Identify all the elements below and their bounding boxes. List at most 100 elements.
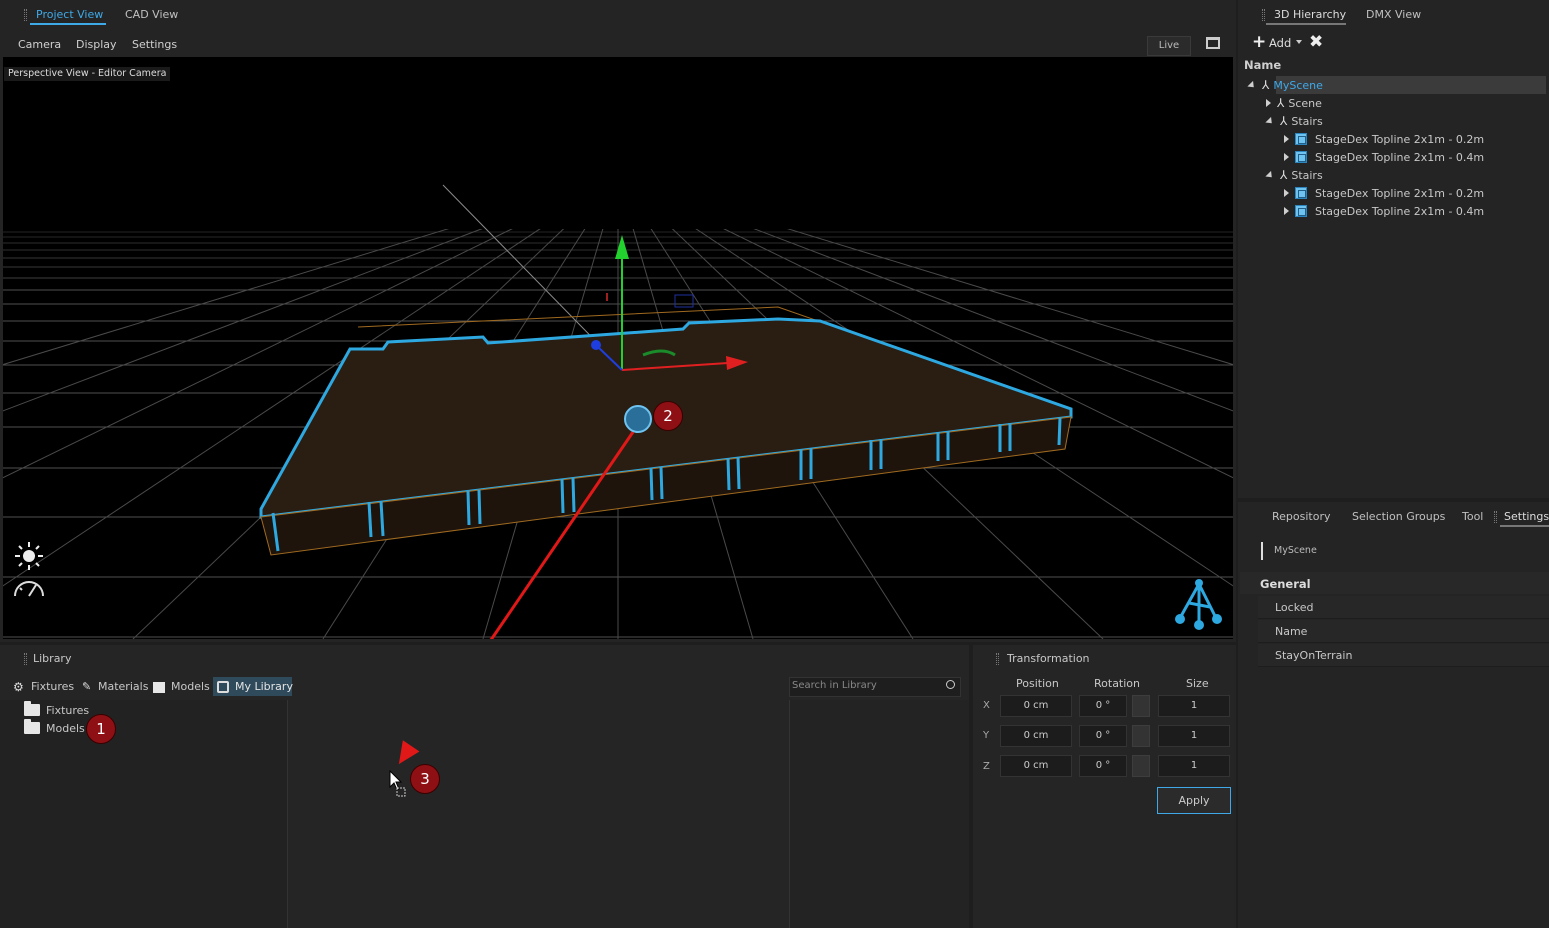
viewport-label: Perspective View - Editor Camera bbox=[4, 67, 171, 81]
folder-fixtures[interactable]: Fixtures bbox=[24, 701, 90, 718]
model-cube-icon bbox=[1295, 205, 1307, 217]
collapse-arrow-icon[interactable] bbox=[1284, 135, 1289, 143]
tab-materials[interactable]: Materials bbox=[98, 680, 148, 693]
search-icon[interactable] bbox=[946, 680, 955, 689]
cursor-icon bbox=[389, 770, 406, 797]
tab-tool[interactable]: Tool bbox=[1462, 510, 1483, 523]
tree-row-label: MyScene bbox=[1273, 78, 1323, 92]
menu-camera[interactable]: Camera bbox=[18, 38, 61, 51]
rotation-x-input[interactable]: 0 ° bbox=[1079, 695, 1127, 717]
panel-grip-icon[interactable] bbox=[24, 653, 27, 665]
size-z-input[interactable]: 1 bbox=[1158, 755, 1230, 777]
prop-locked-label: Locked bbox=[1275, 601, 1314, 614]
position-y-input[interactable]: 0 cm bbox=[1000, 725, 1072, 747]
position-z-input[interactable]: 0 cm bbox=[1000, 755, 1072, 777]
tab-cad-view[interactable]: CAD View bbox=[125, 8, 178, 21]
tree-row-stairs[interactable]: ⅄ Stairs bbox=[1265, 112, 1323, 130]
expand-arrow-icon[interactable] bbox=[1247, 80, 1257, 90]
size-y-input[interactable]: 1 bbox=[1158, 725, 1230, 747]
collapse-arrow-icon[interactable] bbox=[1284, 153, 1289, 161]
annotation-badge-1: 1 bbox=[86, 714, 116, 744]
model-cube-icon bbox=[1295, 151, 1307, 163]
rotation-z-toggle[interactable] bbox=[1132, 755, 1150, 777]
panel-grip-icon[interactable] bbox=[1494, 511, 1497, 523]
folder-label: Models bbox=[46, 721, 85, 735]
maximize-icon[interactable] bbox=[1206, 37, 1220, 49]
tab-models[interactable]: Models bbox=[171, 680, 210, 693]
database-icon bbox=[217, 681, 229, 693]
sun-icon[interactable] bbox=[14, 541, 44, 571]
folder-icon bbox=[24, 719, 40, 734]
rotation-z-input[interactable]: 0 ° bbox=[1079, 755, 1127, 777]
add-button[interactable]: Add bbox=[1269, 36, 1291, 50]
tab-underline bbox=[1266, 23, 1346, 25]
model-cube-icon bbox=[1295, 187, 1307, 199]
viewport-3d[interactable] bbox=[3, 57, 1233, 639]
live-button[interactable]: Live bbox=[1147, 36, 1191, 56]
tree-row-model[interactable]: StageDex Topline 2x1m - 0.4m bbox=[1284, 148, 1484, 166]
annotation-badge-2: 2 bbox=[653, 401, 683, 431]
model-cube-icon bbox=[1295, 133, 1307, 145]
panel-grip-icon[interactable] bbox=[24, 9, 27, 21]
annotation-badge-3: 3 bbox=[410, 764, 440, 794]
axis-x-label: X bbox=[983, 700, 990, 711]
transformation-title: Transformation bbox=[1007, 652, 1090, 665]
tree-row-label: StageDex Topline 2x1m - 0.2m bbox=[1315, 132, 1485, 146]
group-node-icon: ⅄ bbox=[1262, 78, 1270, 92]
rotation-x-toggle[interactable] bbox=[1132, 695, 1150, 717]
prop-stayonterrain-label: StayOnTerrain bbox=[1275, 649, 1353, 662]
tree-row-model[interactable]: StageDex Topline 2x1m - 0.4m bbox=[1284, 202, 1484, 220]
size-x-input[interactable]: 1 bbox=[1158, 695, 1230, 717]
folder-models[interactable]: Models bbox=[24, 719, 85, 736]
panel-grip-icon[interactable] bbox=[996, 653, 999, 665]
tab-my-library[interactable]: My Library bbox=[235, 680, 293, 693]
cube-icon bbox=[153, 682, 165, 693]
expand-arrow-icon[interactable] bbox=[1265, 116, 1275, 126]
tree-row-label: Stairs bbox=[1291, 168, 1323, 182]
tree-row-label: StageDex Topline 2x1m - 0.2m bbox=[1315, 186, 1485, 200]
viewport-scene-graphic bbox=[3, 57, 1233, 639]
add-plus-icon[interactable]: + bbox=[1252, 34, 1266, 51]
properties-panel bbox=[1238, 502, 1549, 928]
tree-row-scene[interactable]: ⅄ Scene bbox=[1266, 94, 1322, 112]
rotation-y-input[interactable]: 0 ° bbox=[1079, 725, 1127, 747]
tab-repository[interactable]: Repository bbox=[1272, 510, 1331, 523]
tab-settings[interactable]: Settings bbox=[1504, 510, 1549, 523]
group-node-icon: ⅄ bbox=[1277, 96, 1285, 110]
collapse-arrow-icon[interactable] bbox=[1284, 207, 1289, 215]
tree-row-model[interactable]: StageDex Topline 2x1m - 0.2m bbox=[1284, 184, 1484, 202]
apply-button[interactable]: Apply bbox=[1157, 787, 1231, 814]
axis-y-label: Y bbox=[983, 730, 990, 741]
hierarchy-logo-icon bbox=[1175, 579, 1222, 630]
column-header-name: Name bbox=[1244, 58, 1282, 72]
collapse-arrow-icon[interactable] bbox=[1266, 99, 1271, 107]
chevron-down-icon[interactable] bbox=[1296, 40, 1302, 44]
tree-row-model[interactable]: StageDex Topline 2x1m - 0.2m bbox=[1284, 130, 1484, 148]
folder-label: Fixtures bbox=[46, 703, 90, 717]
tab-fixtures[interactable]: Fixtures bbox=[31, 680, 74, 693]
drag-hand-icon bbox=[624, 405, 652, 433]
expand-arrow-icon[interactable] bbox=[1265, 170, 1275, 180]
tree-row-stairs[interactable]: ⅄ Stairs bbox=[1265, 166, 1323, 184]
panel-grip-icon[interactable] bbox=[1262, 9, 1265, 21]
tree-row-myscene[interactable]: ⅄ MyScene bbox=[1247, 76, 1323, 94]
rotation-y-toggle[interactable] bbox=[1132, 725, 1150, 747]
gear-icon: ⚙ bbox=[13, 680, 24, 694]
speedometer-icon[interactable] bbox=[12, 576, 46, 598]
tab-project-view[interactable]: Project View bbox=[36, 8, 103, 21]
brush-icon: ✎ bbox=[82, 680, 92, 693]
menu-settings[interactable]: Settings bbox=[132, 38, 177, 51]
tab-3d-hierarchy[interactable]: 3D Hierarchy bbox=[1274, 8, 1346, 21]
tab-dmx-view[interactable]: DMX View bbox=[1366, 8, 1421, 21]
section-general-title: General bbox=[1260, 577, 1311, 591]
menu-display[interactable]: Display bbox=[76, 38, 117, 51]
tree-row-label: StageDex Topline 2x1m - 0.4m bbox=[1315, 204, 1485, 218]
tab-selection-groups[interactable]: Selection Groups bbox=[1352, 510, 1445, 523]
group-node-icon: ⅄ bbox=[1280, 114, 1288, 128]
position-x-input[interactable]: 0 cm bbox=[1000, 695, 1072, 717]
delete-icon[interactable]: ✖ bbox=[1309, 32, 1323, 52]
collapse-arrow-icon[interactable] bbox=[1284, 189, 1289, 197]
header-rotation: Rotation bbox=[1094, 677, 1141, 690]
library-title: Library bbox=[33, 652, 72, 665]
tree-row-label: Stairs bbox=[1291, 114, 1323, 128]
